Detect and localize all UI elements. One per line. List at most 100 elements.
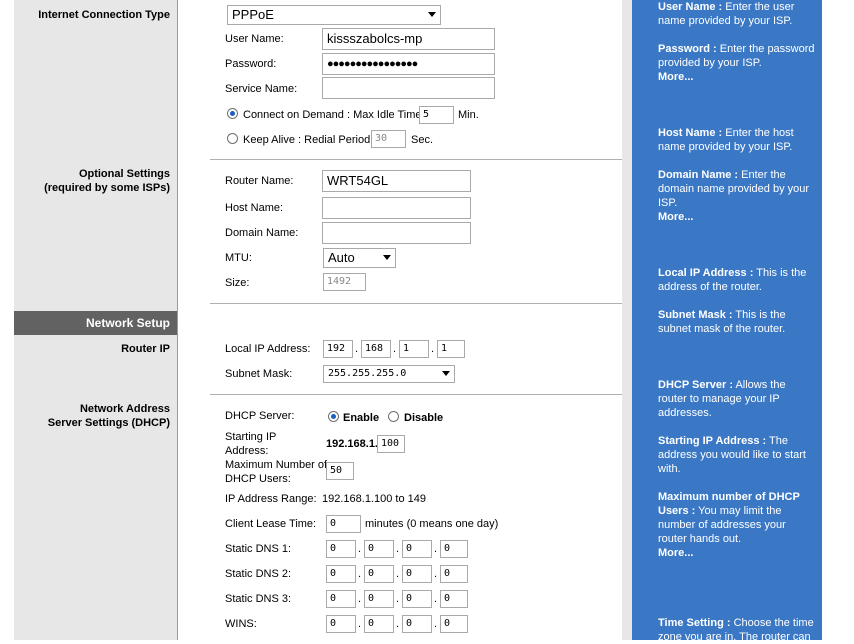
dns1-label: Static DNS 1:: [225, 543, 292, 555]
help-time-title: Time Setting :: [658, 617, 731, 629]
ip-dot: .: [431, 343, 435, 355]
subnet-mask-value: 255.255.255.0: [328, 368, 407, 379]
help-password: Password : Enter the password provided b…: [658, 42, 816, 70]
help-localip: Local IP Address : This is the address o…: [658, 266, 816, 294]
dhcp-disable-radio[interactable]: [388, 411, 399, 422]
ip-dot: .: [434, 568, 438, 580]
help-more-link-1[interactable]: More...: [658, 70, 816, 84]
lease-time-label: Client Lease Time:: [225, 518, 317, 530]
ip-dot: .: [358, 618, 362, 630]
local-ip-octet-1[interactable]: 192: [323, 340, 353, 358]
service-name-label: Service Name:: [225, 83, 298, 95]
dns1-octet-3[interactable]: 0: [402, 540, 432, 558]
section-divider: [210, 159, 622, 160]
dns3-octet-2[interactable]: 0: [364, 590, 394, 608]
max-users-input[interactable]: 50: [326, 462, 354, 480]
help-domain: Domain Name : Enter the domain name prov…: [658, 168, 816, 210]
help-localip-title: Local IP Address :: [658, 267, 754, 279]
help-username: User Name : Enter the user name provided…: [658, 0, 816, 28]
starting-ip-input[interactable]: 100: [377, 435, 405, 453]
dhcp-enable-radio[interactable]: [328, 411, 339, 422]
ip-dot: .: [358, 593, 362, 605]
keep-alive-radio[interactable]: [227, 133, 238, 144]
local-ip-label: Local IP Address:: [225, 343, 311, 355]
starting-ip-label: Starting IP: [225, 431, 277, 443]
starting-ip-prefix: 192.168.1.: [326, 438, 378, 450]
domain-name-input[interactable]: [322, 222, 471, 244]
redial-period-unit: Sec.: [411, 134, 434, 146]
ip-range-label: IP Address Range:: [225, 493, 317, 505]
host-name-label: Host Name:: [225, 202, 284, 214]
connection-type-value: PPPoE: [232, 7, 274, 22]
internet-connection-type-heading: Internet Connection Type: [38, 9, 170, 21]
wins-octet-2[interactable]: 0: [364, 615, 394, 633]
ip-range-value: 192.168.1.100 to 149: [322, 493, 426, 505]
local-ip-octet-2[interactable]: 168: [361, 340, 391, 358]
max-idle-time-input[interactable]: 5: [419, 106, 454, 124]
page-margin: [822, 0, 854, 640]
dns3-octet-3[interactable]: 0: [402, 590, 432, 608]
password-input[interactable]: ●●●●●●●●●●●●●●●●: [322, 53, 495, 75]
keep-alive-label: Keep Alive : Redial Period: [243, 134, 371, 146]
router-name-input[interactable]: WRT54GL: [322, 170, 471, 192]
dns1-octet-2[interactable]: 0: [364, 540, 394, 558]
help-dhcp: DHCP Server : Allows the router to manag…: [658, 378, 816, 420]
optional-settings-note: (required by some ISPs): [44, 182, 170, 194]
ip-dot: .: [396, 618, 400, 630]
dns2-octet-1[interactable]: 0: [326, 565, 356, 583]
lease-time-note: minutes (0 means one day): [365, 518, 499, 530]
ip-dot: .: [434, 618, 438, 630]
wins-octet-4[interactable]: 0: [440, 615, 468, 633]
section-divider: [210, 303, 622, 304]
ip-dot: .: [434, 543, 438, 555]
dhcp-disable-label: Disable: [404, 412, 444, 424]
help-maxdhcp: Maximum number of DHCP Users : You may l…: [658, 490, 816, 546]
right-gutter: [622, 0, 632, 640]
redial-period-input[interactable]: 30: [371, 130, 406, 148]
wins-octet-3[interactable]: 0: [402, 615, 432, 633]
ip-dot: .: [358, 568, 362, 580]
dhcp-heading-line2: Server Settings (DHCP): [47, 417, 170, 429]
mtu-label: MTU:: [225, 252, 252, 264]
help-hostname-title: Host Name :: [658, 127, 723, 139]
connection-type-select[interactable]: PPPoE: [227, 5, 441, 25]
help-password-title: Password :: [658, 43, 717, 55]
chevron-down-icon: [383, 255, 391, 260]
lease-time-input[interactable]: 0: [326, 515, 361, 533]
wins-octet-1[interactable]: 0: [326, 615, 356, 633]
chevron-down-icon: [442, 371, 450, 376]
dns1-octet-1[interactable]: 0: [326, 540, 356, 558]
service-name-input[interactable]: [322, 77, 495, 99]
help-subnet: Subnet Mask : This is the subnet mask of…: [658, 308, 816, 336]
dns2-octet-4[interactable]: 0: [440, 565, 468, 583]
help-startip-title: Starting IP Address :: [658, 435, 767, 447]
column-divider: [177, 0, 178, 640]
mtu-select[interactable]: Auto: [323, 248, 396, 268]
help-subnet-title: Subnet Mask :: [658, 309, 733, 321]
local-ip-octet-3[interactable]: 1: [399, 340, 429, 358]
size-label: Size:: [225, 277, 250, 289]
ip-dot: .: [393, 343, 397, 355]
ip-dot: .: [355, 343, 359, 355]
connect-on-demand-label: Connect on Demand : Max Idle Time: [243, 109, 422, 121]
max-idle-unit: Min.: [458, 109, 479, 121]
help-more-link-2[interactable]: More...: [658, 210, 816, 224]
ip-dot: .: [396, 568, 400, 580]
dns2-octet-3[interactable]: 0: [402, 565, 432, 583]
mtu-size-input[interactable]: 1492: [323, 273, 366, 291]
dns2-label: Static DNS 2:: [225, 568, 292, 580]
ip-dot: .: [396, 543, 400, 555]
username-input[interactable]: kissszabolcs-mp: [322, 28, 495, 50]
subnet-mask-select[interactable]: 255.255.255.0: [323, 365, 455, 383]
dns3-octet-4[interactable]: 0: [440, 590, 468, 608]
help-more-link-3[interactable]: More...: [658, 546, 816, 560]
local-ip-octet-4[interactable]: 1: [437, 340, 465, 358]
dns2-octet-2[interactable]: 0: [364, 565, 394, 583]
network-setup-title: Network Setup: [85, 316, 170, 330]
wins-label: WINS:: [225, 618, 257, 630]
dns1-octet-4[interactable]: 0: [440, 540, 468, 558]
dns3-octet-1[interactable]: 0: [326, 590, 356, 608]
host-name-input[interactable]: [322, 197, 471, 219]
max-users-label-2: DHCP Users:: [225, 473, 291, 485]
connect-on-demand-radio[interactable]: [227, 108, 238, 119]
